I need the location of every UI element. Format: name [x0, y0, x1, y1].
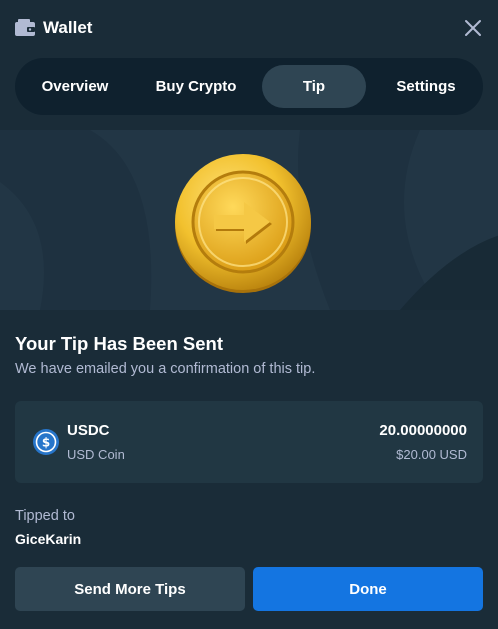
wallet-title: Wallet — [43, 18, 93, 37]
tipped-to-label: Tipped to — [15, 508, 75, 524]
done-button[interactable]: Done — [253, 567, 483, 611]
tipped-to-username: GiceKarin — [15, 531, 82, 547]
confirmation-subtext: We have emailed you a confirmation of th… — [15, 361, 316, 377]
tab-buy-crypto[interactable]: Buy Crypto — [141, 65, 251, 108]
confirmation-heading: Your Tip Has Been Sent — [15, 333, 223, 354]
hero-banner — [0, 130, 498, 310]
token-amount: 20.00000000 — [379, 422, 467, 439]
tab-settings[interactable]: Settings — [377, 65, 475, 108]
token-usd-value: $20.00 USD — [396, 447, 467, 462]
tip-confirmation: Your Tip Has Been Sent We have emailed y… — [0, 310, 498, 629]
tab-tip[interactable]: Tip — [262, 65, 366, 108]
token-symbol: USDC — [67, 422, 110, 439]
wallet-header: Wallet — [0, 0, 498, 57]
token-summary-card: $ USDC USD Coin 20.00000000 $20.00 USD — [15, 401, 483, 483]
svg-text:$: $ — [42, 436, 50, 450]
token-name: USD Coin — [67, 447, 125, 462]
usdc-icon: $ — [33, 429, 59, 455]
tab-overview[interactable]: Overview — [23, 65, 127, 108]
send-more-tips-button[interactable]: Send More Tips — [15, 567, 245, 611]
wallet-icon — [15, 19, 35, 36]
close-icon[interactable] — [462, 17, 484, 39]
wallet-tabs: Overview Buy Crypto Tip Settings — [15, 58, 483, 115]
gold-coin-arrow-icon — [175, 154, 311, 293]
